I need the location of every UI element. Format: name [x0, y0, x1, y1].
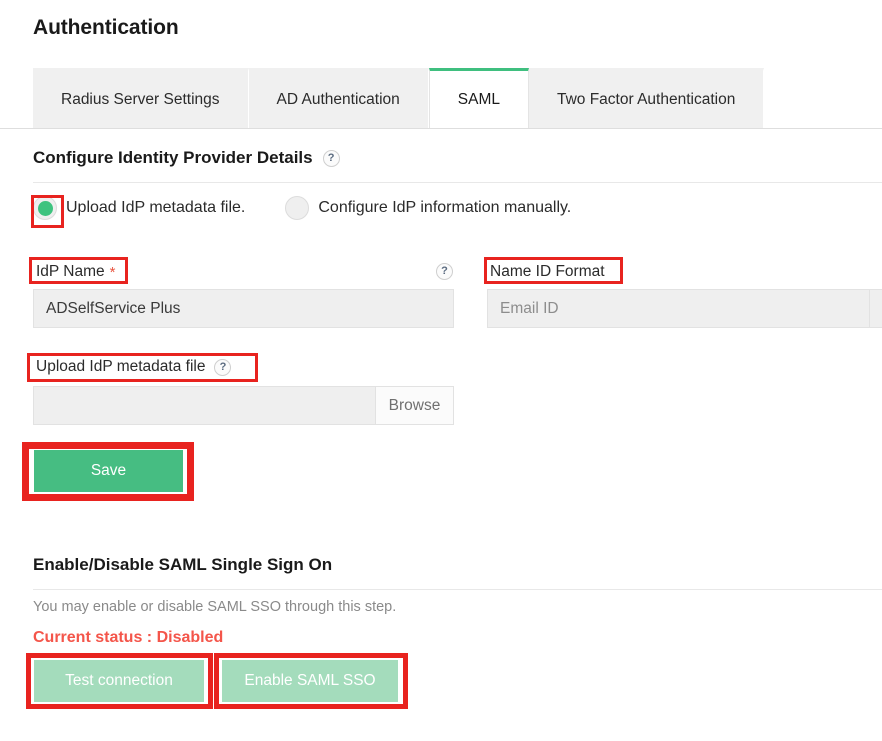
idp-section-heading: Configure Identity Provider Details ?: [33, 148, 340, 168]
tab-radius-server-settings[interactable]: Radius Server Settings: [33, 68, 249, 128]
tab-saml[interactable]: SAML: [429, 68, 529, 128]
tab-label: Radius Server Settings: [61, 91, 220, 109]
name-id-format-select[interactable]: Email ID: [487, 289, 882, 328]
idp-section-heading-text: Configure Identity Provider Details: [33, 148, 313, 168]
tab-two-factor-authentication[interactable]: Two Factor Authentication: [529, 68, 764, 128]
help-icon[interactable]: ?: [323, 150, 340, 167]
name-id-format-select-divider: [869, 289, 870, 328]
required-marker: *: [110, 265, 116, 280]
page-title: Authentication: [33, 16, 179, 40]
test-connection-button[interactable]: Test connection: [34, 660, 204, 702]
radio-configure-idp-manually[interactable]: Configure IdP information manually.: [285, 196, 571, 220]
upload-metadata-file-picker[interactable]: Browse: [33, 386, 454, 425]
radio-button-icon[interactable]: [33, 196, 57, 220]
upload-metadata-label-text: Upload IdP metadata file: [36, 358, 205, 376]
idp-name-label-overlay: IdP Name *: [36, 263, 115, 281]
enable-saml-sso-button[interactable]: Enable SAML SSO: [222, 660, 398, 702]
sso-section-heading: Enable/Disable SAML Single Sign On: [33, 555, 332, 575]
file-path-input[interactable]: [33, 386, 375, 425]
idp-section-divider: [33, 182, 882, 183]
browse-button[interactable]: Browse: [375, 386, 454, 425]
upload-metadata-label-overlay: Upload IdP metadata file ?: [36, 358, 231, 376]
sso-section-divider: [33, 589, 882, 590]
tab-label: AD Authentication: [277, 91, 400, 109]
tab-ad-authentication[interactable]: AD Authentication: [249, 68, 429, 128]
radio-label: Upload IdP metadata file.: [66, 199, 245, 217]
tab-bar: Radius Server Settings AD Authentication…: [0, 68, 882, 129]
save-button[interactable]: Save: [34, 450, 183, 492]
name-id-format-label-overlay: Name ID Format: [490, 263, 605, 281]
sso-status-badge: Current status : Disabled: [33, 629, 223, 647]
tab-list: Radius Server Settings AD Authentication…: [33, 68, 764, 128]
radio-label: Configure IdP information manually.: [318, 199, 571, 217]
idp-name-input[interactable]: ADSelfService Plus: [33, 289, 454, 328]
sso-description: You may enable or disable SAML SSO throu…: [33, 599, 396, 615]
tab-label: Two Factor Authentication: [557, 91, 735, 109]
tab-label: SAML: [458, 91, 500, 109]
radio-button-icon[interactable]: [285, 196, 309, 220]
idp-config-mode-radio-group: Upload IdP metadata file. Configure IdP …: [33, 196, 571, 220]
idp-name-label-text: IdP Name: [36, 263, 105, 281]
radio-upload-idp-metadata-file[interactable]: Upload IdP metadata file.: [33, 196, 245, 220]
help-icon[interactable]: ?: [436, 263, 453, 280]
help-icon[interactable]: ?: [214, 359, 231, 376]
